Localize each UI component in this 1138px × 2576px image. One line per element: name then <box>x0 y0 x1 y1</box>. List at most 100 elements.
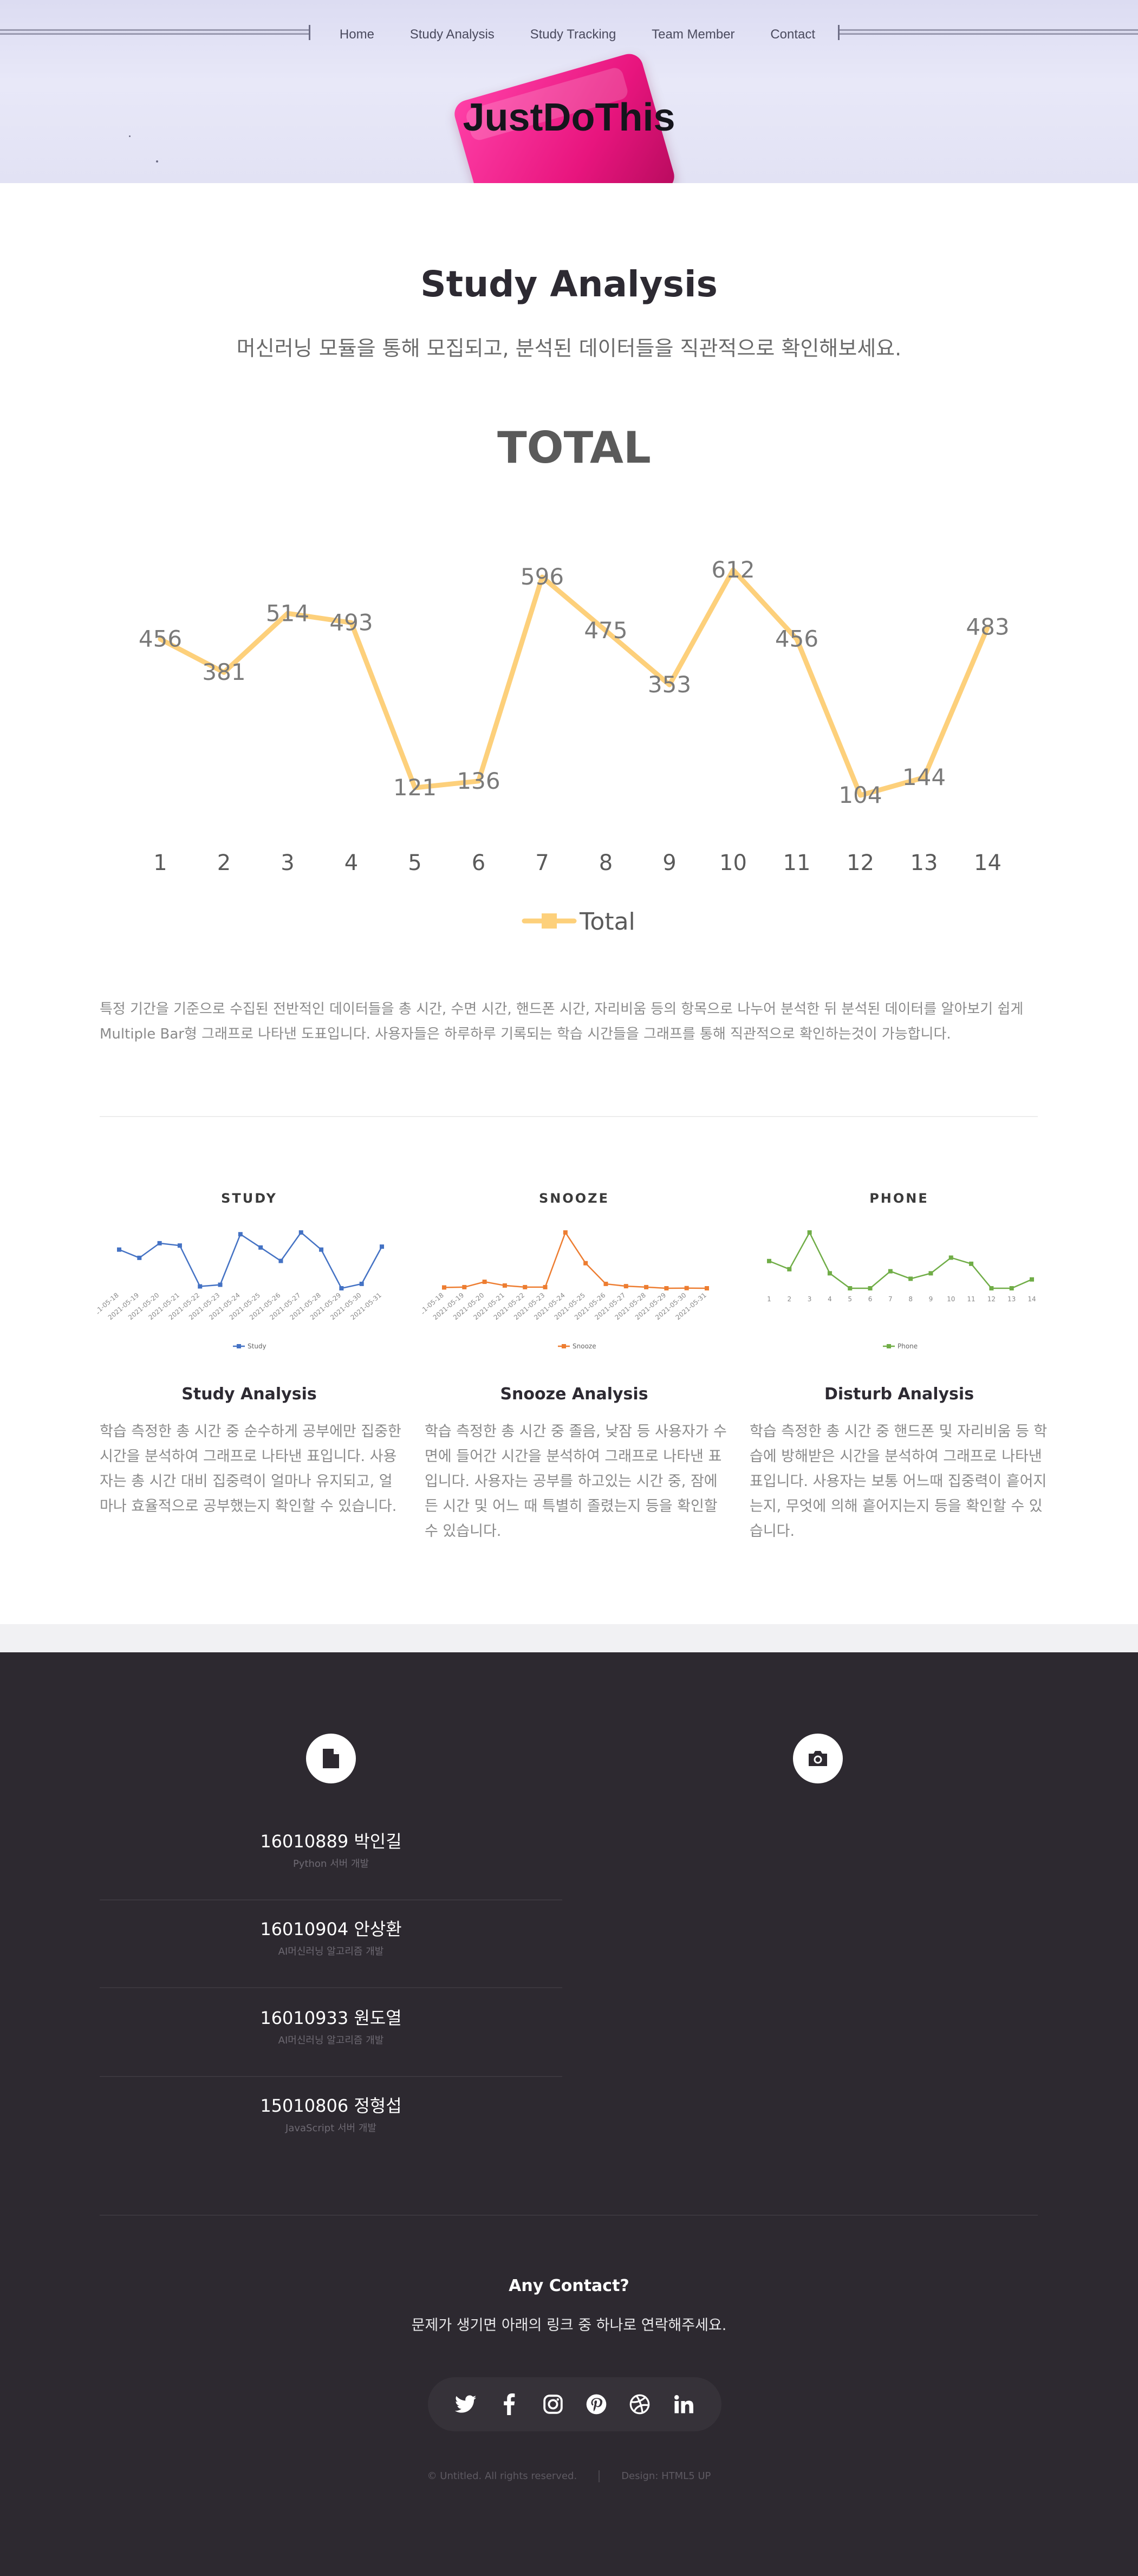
legend-marker <box>562 1344 566 1348</box>
data-point <box>482 1280 487 1284</box>
data-label: 483 <box>966 614 1009 640</box>
social-links <box>428 2377 721 2431</box>
data-label: 596 <box>521 563 564 590</box>
data-point <box>848 1286 853 1290</box>
x-tick-label: 10 <box>719 851 747 875</box>
member-name: 15010806 정형섭 <box>260 2095 402 2116</box>
data-label: 493 <box>329 609 373 635</box>
data-point <box>1009 1286 1014 1290</box>
nav-item-contact[interactable]: Contact <box>770 27 815 42</box>
snooze-chart-title: SNOOZE <box>539 1191 609 1206</box>
member-name: 16010889 박인길 <box>260 1831 402 1852</box>
disturb-analysis-title: Disturb Analysis <box>824 1385 974 1404</box>
copyright: © Untitled. All rights reserved. Design: … <box>0 2470 1138 2482</box>
x-tick-label: 1 <box>767 1295 771 1303</box>
data-point <box>298 1230 303 1235</box>
data-point <box>258 1245 263 1250</box>
data-label: 475 <box>584 617 627 644</box>
legend-label: Snooze <box>573 1342 596 1350</box>
data-point <box>543 1284 548 1289</box>
x-tick-label: 4 <box>344 851 358 875</box>
data-point <box>339 1286 344 1290</box>
x-tick-label: 2 <box>787 1295 791 1303</box>
data-point <box>117 1247 121 1252</box>
nav-item-team-member[interactable]: Team Member <box>652 27 734 42</box>
contact-title: Any Contact? <box>509 2276 629 2295</box>
study-line-chart: STUDY 2021-05-182021-05-192021-05-202021… <box>97 1191 384 1350</box>
data-point <box>989 1286 994 1290</box>
data-point <box>1030 1277 1034 1282</box>
data-point <box>888 1269 893 1274</box>
contact-text: 문제가 생기면 아래의 링크 중 하나로 연락해주세요. <box>411 2317 727 2334</box>
site-title: JustDoThis <box>463 96 675 139</box>
data-point <box>177 1243 182 1248</box>
series-line <box>119 1231 383 1289</box>
data-point <box>218 1282 223 1287</box>
x-tick-label: 3 <box>808 1295 812 1303</box>
x-tick-label: 13 <box>911 851 938 875</box>
hero-speck <box>156 160 158 163</box>
dribbble-icon[interactable] <box>627 2391 653 2417</box>
instagram-icon[interactable] <box>540 2391 566 2417</box>
member-divider <box>100 1987 562 1988</box>
design-credit-link[interactable]: Design: HTML5 UP <box>621 2470 711 2482</box>
data-point <box>827 1271 832 1276</box>
x-tick-label: 11 <box>967 1295 975 1303</box>
total-line-chart: TOTAL 456381514 493121 1365964753536124561… <box>139 423 1010 936</box>
nav-item-study-analysis[interactable]: Study Analysis <box>410 27 495 42</box>
facebook-icon[interactable] <box>496 2391 522 2417</box>
hero-decorative-tick-right <box>838 25 840 40</box>
data-point <box>319 1247 324 1252</box>
x-tick-label: 13 <box>1007 1295 1016 1303</box>
data-point <box>705 1286 709 1290</box>
data-point <box>948 1255 953 1260</box>
nav-item-home[interactable]: Home <box>340 27 374 42</box>
x-tick-label: 12 <box>987 1295 996 1303</box>
x-tick-label: 10 <box>947 1295 955 1303</box>
chart-description: 특정 기간을 기준으로 수집된 전반적인 데이터들을 총 시간, 수면 시간, … <box>100 1001 1024 1042</box>
data-label: 104 <box>838 782 882 808</box>
x-tick-label: 9 <box>929 1295 933 1303</box>
data-point <box>502 1283 507 1288</box>
legend-marker <box>237 1344 241 1348</box>
section-title: Study Analysis <box>420 263 718 305</box>
document-icon <box>306 1734 356 1783</box>
data-point <box>563 1230 568 1235</box>
x-tick-label: 6 <box>868 1295 873 1303</box>
x-tick-label: 7 <box>888 1295 893 1303</box>
member-name: 16010904 안상환 <box>260 1919 402 1939</box>
nav-item-study-tracking[interactable]: Study Tracking <box>530 27 616 42</box>
section-band <box>0 1624 1138 1652</box>
x-tick-label: 12 <box>847 851 874 875</box>
series-line <box>769 1231 1032 1289</box>
linkedin-icon[interactable] <box>671 2391 697 2417</box>
hero-decorative-line-left <box>0 29 310 35</box>
x-tick-label: 8 <box>908 1295 913 1303</box>
section-divider <box>100 1116 1038 1117</box>
data-point <box>359 1281 364 1286</box>
data-label: 144 <box>902 764 946 790</box>
legend-label: Study <box>248 1342 266 1350</box>
snooze-analysis-text: 학습 측정한 총 시간 중 졸음, 낮잠 등 사용자가 수면에 들어간 시간을 … <box>425 1423 727 1540</box>
pinterest-icon[interactable] <box>583 2391 609 2417</box>
x-tick-label: 9 <box>662 851 676 875</box>
data-label: 456 <box>139 626 182 652</box>
study-analysis-text: 학습 측정한 총 시간 중 순수하게 공부에만 집중한 시간을 분석하여 그래프… <box>100 1423 401 1515</box>
member-divider <box>100 1899 562 1900</box>
legend-marker <box>887 1344 891 1348</box>
legend-marker <box>542 913 557 929</box>
x-tick-label: 11 <box>783 851 811 875</box>
legend-label: Phone <box>898 1342 918 1350</box>
hero-decorative-tick-left <box>309 25 310 40</box>
twitter-icon[interactable] <box>453 2391 479 2417</box>
data-point <box>380 1244 384 1249</box>
data-point <box>807 1230 812 1235</box>
data-point <box>583 1261 588 1266</box>
data-point <box>868 1286 873 1290</box>
x-tick-label: 3 <box>281 851 294 875</box>
study-chart-title: STUDY <box>221 1191 277 1206</box>
camera-icon <box>793 1734 843 1783</box>
data-point <box>603 1281 608 1286</box>
section-subtitle: 머신러닝 모듈을 통해 모집되고, 분석된 데이터들을 직관적으로 확인해보세요… <box>236 336 902 360</box>
member-name: 16010933 원도열 <box>260 2008 402 2028</box>
